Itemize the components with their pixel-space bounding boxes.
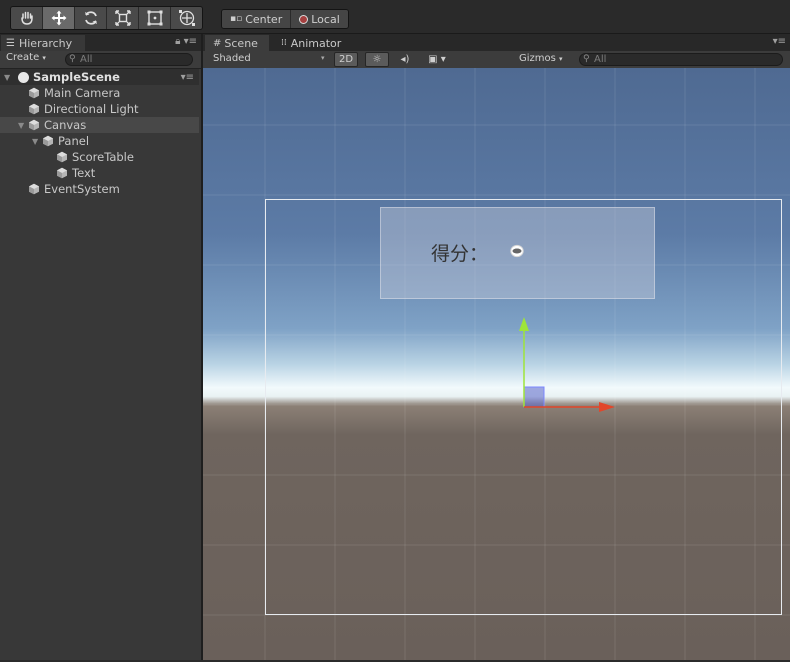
chevron-down-icon: ▾ [559,55,563,63]
pivot-space-button[interactable]: Local [291,10,348,28]
hierarchy-panel-menu[interactable]: 🔒︎ ▾≡ [175,36,197,47]
gameobject-cube-icon [28,87,40,99]
expand-arrow-icon[interactable]: ▼ [4,73,14,82]
hierarchy-item-label: EventSystem [44,182,120,196]
gameobject-cube-icon [56,151,68,163]
create-dropdown[interactable]: Create ▾ [6,52,46,63]
gizmos-dropdown[interactable]: Gizmos ▾ [519,53,563,64]
expand-arrow-icon[interactable]: ▼ [18,121,28,130]
shading-mode-dropdown[interactable]: Shaded [213,53,251,64]
x-axis-arrow-icon[interactable] [599,402,615,412]
rect-tool-icon [147,10,162,26]
hierarchy-panel: ☰ Hierarchy 🔒︎ ▾≡ Create ▾ ⚲ All ▼ Sampl… [0,34,203,660]
tab-scene[interactable]: # Scene [205,35,269,51]
lock-icon: 🔒︎ [175,36,181,47]
scene-panel-menu-icon[interactable]: ▾≡ [773,36,786,47]
unity-scene-icon [18,71,29,83]
pivot-mode-button[interactable]: ▪▫ Center [222,10,292,28]
hierarchy-item-label: Text [72,166,96,180]
scene-audio-toggle[interactable]: ◂) [393,52,417,67]
move-tool-button[interactable] [43,7,75,29]
create-label: Create [6,52,40,63]
hierarchy-item-label: ScoreTable [72,150,134,164]
scene-viewport[interactable]: 得分： [203,68,790,660]
scale-tool-button[interactable] [107,7,139,29]
sun-icon: ☼ [372,54,382,65]
scale-icon [114,10,131,26]
hierarchy-item-label: Panel [58,134,90,148]
gameobject-cube-icon [56,167,68,179]
scene-search-placeholder: All [594,54,607,65]
scene-panel: # Scene ⁞⁞ Animator ▾≡ Shaded ▾ 2D ☼ ◂) … [203,34,790,660]
chevron-down-icon: ▾ [321,54,325,62]
hierarchy-tabbar: ☰ Hierarchy 🔒︎ ▾≡ [0,34,201,51]
scene-menu-icon[interactable]: ▾≡ [181,72,194,83]
hierarchy-item-label: Main Camera [44,86,121,100]
ui-score-text[interactable]: 得分： [431,239,488,266]
hierarchy-item-label: Directional Light [44,102,139,116]
mode-2d-label: 2D [338,54,354,65]
search-icon: ⚲ [583,54,590,64]
transform-tools [10,6,203,30]
hierarchy-list-icon: ☰ [6,37,15,49]
move-gizmo[interactable] [503,314,623,414]
hierarchy-search-input[interactable]: ⚲ All [65,53,193,66]
expand-arrow-icon[interactable]: ▼ [32,137,42,146]
toggle-2d-button[interactable]: 2D [334,52,358,67]
gameobject-cube-icon [28,103,40,115]
scene-search-input[interactable]: ⚲ All [579,53,783,66]
pivot-controls: ▪▫ Center Local [221,9,349,29]
hand-icon [20,11,33,25]
xy-plane-handle[interactable] [523,386,545,408]
scene-toolbar: Shaded ▾ 2D ☼ ◂) ▣ ▾ Gizmos ▾ ⚲ All [203,51,790,69]
local-space-icon [299,14,309,24]
pivot-center-icon: ▪▫ [230,14,243,24]
rotate-icon [84,11,97,25]
rotate-tool-button[interactable] [75,7,107,29]
hierarchy-item-panel[interactable]: ▼ Panel [0,133,199,149]
hierarchy-item-label: Canvas [44,118,87,132]
grid-icon: # [213,37,222,49]
scene-name: SampleScene [33,70,120,84]
chevron-down-icon: ▾ [42,54,46,62]
hierarchy-item-directional-light[interactable]: Directional Light [0,101,199,117]
image-effects-icon: ▣ ▾ [428,54,446,65]
hierarchy-search-placeholder: All [80,54,93,65]
hierarchy-item-scoretable[interactable]: ScoreTable [0,149,199,165]
shading-mode-label: Shaded [213,53,251,64]
y-axis-arrow-icon[interactable] [519,317,529,331]
pivot-mode-label: Center [245,12,283,26]
rect-tool-button[interactable] [139,7,171,29]
hierarchy-toolbar: Create ▾ ⚲ All [0,51,201,69]
hierarchy-item-eventsystem[interactable]: EventSystem [0,181,199,197]
hierarchy-item-canvas[interactable]: ▼ Canvas [0,117,199,133]
transform-tool-icon [178,10,195,26]
scene-lighting-toggle[interactable]: ☼ [365,52,389,67]
scene-root-row[interactable]: ▼ SampleScene ▾≡ [0,69,199,85]
pivot-space-label: Local [311,12,340,26]
animator-tab-label: Animator [290,36,342,50]
animator-icon: ⁞⁞ [281,38,287,48]
scene-tabbar: # Scene ⁞⁞ Animator ▾≡ [203,34,790,51]
search-icon: ⚲ [69,54,76,64]
gameobject-cube-icon [42,135,54,147]
move-icon [51,10,66,26]
hierarchy-item-text[interactable]: Text [0,165,199,181]
score-zero-glyph [510,244,524,258]
speaker-icon: ◂) [400,54,410,65]
tab-hierarchy[interactable]: ☰ Hierarchy [1,35,85,51]
scene-effects-dropdown[interactable]: ▣ ▾ [420,52,454,67]
transform-tool-button[interactable] [171,7,202,29]
panel-menu-icon: ▾≡ [183,36,197,47]
gizmos-label: Gizmos [519,53,556,64]
main-toolbar: ▪▫ Center Local [0,0,790,34]
hand-tool-button[interactable] [11,7,43,29]
scene-tab-label: Scene [224,36,258,50]
tab-animator[interactable]: ⁞⁞ Animator [281,35,341,51]
hierarchy-tab-label: Hierarchy [18,36,73,50]
gameobject-cube-icon [28,183,40,195]
gameobject-cube-icon [28,119,40,131]
hierarchy-item-main-camera[interactable]: Main Camera [0,85,199,101]
